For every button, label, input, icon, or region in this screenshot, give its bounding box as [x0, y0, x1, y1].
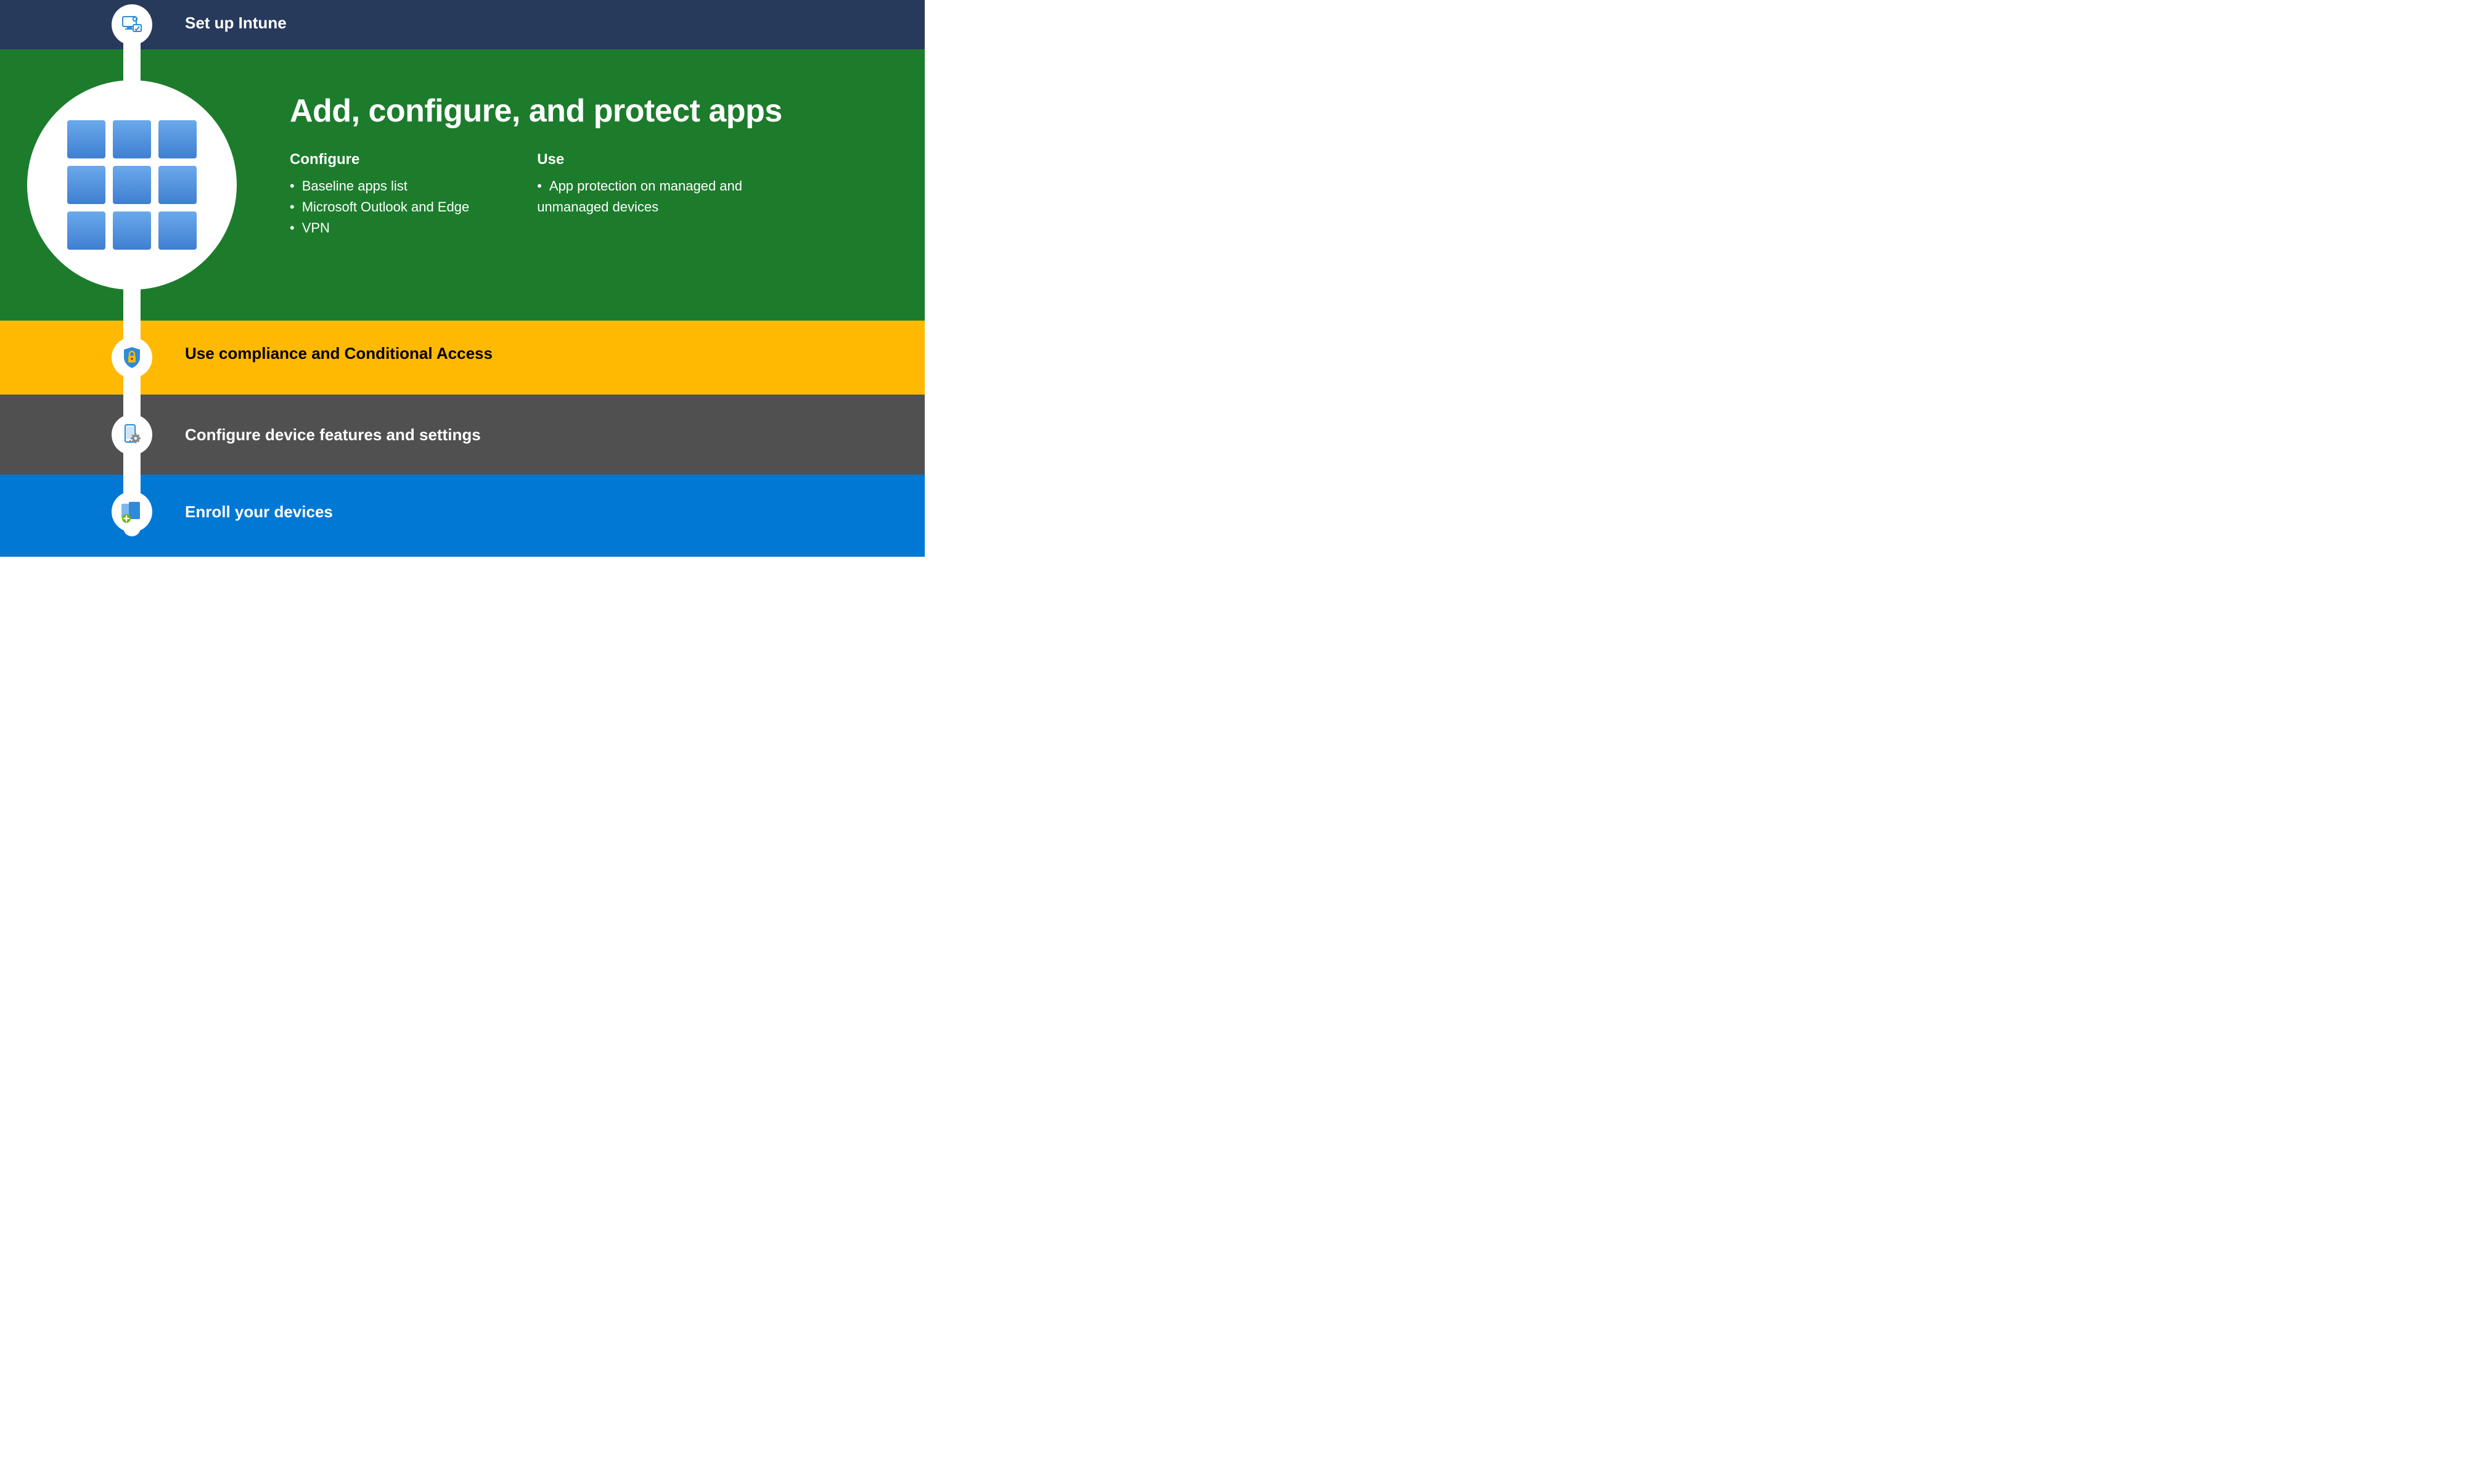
- step-device-label: Configure device features and settings: [185, 425, 481, 445]
- use-heading: Use: [537, 151, 759, 168]
- devices-add-icon: [119, 500, 145, 523]
- step-apps-title: Add, configure, and protect apps: [290, 92, 900, 129]
- step-setup-label: Set up Intune: [185, 14, 287, 33]
- step-enroll-circle: [112, 491, 152, 532]
- configure-item: Baseline apps list: [290, 176, 469, 197]
- monitor-icon: [121, 14, 143, 36]
- step-enroll-label: Enroll your devices: [185, 502, 333, 522]
- configure-item: Microsoft Outlook and Edge: [290, 197, 469, 218]
- step-apps-content: Add, configure, and protect apps Configu…: [290, 92, 900, 239]
- step-compliance-label: Use compliance and Conditional Access: [185, 344, 493, 363]
- grid-icon: [67, 120, 197, 250]
- step-device-circle: [112, 414, 152, 455]
- phone-gear-icon: [120, 422, 144, 447]
- configure-heading: Configure: [290, 151, 469, 168]
- step-apps-circle: [27, 80, 237, 290]
- step-compliance-circle: [112, 337, 152, 378]
- configure-item: VPN: [290, 218, 469, 239]
- use-column: Use App protection on managed and unmana…: [537, 151, 759, 239]
- shield-lock-icon: [121, 346, 142, 369]
- step-setup-circle: [112, 4, 152, 45]
- configure-column: Configure Baseline apps list Microsoft O…: [290, 151, 469, 239]
- use-item: App protection on managed and unmanaged …: [537, 176, 759, 218]
- intune-steps-diagram: Set up Intune Add, conf: [0, 0, 925, 557]
